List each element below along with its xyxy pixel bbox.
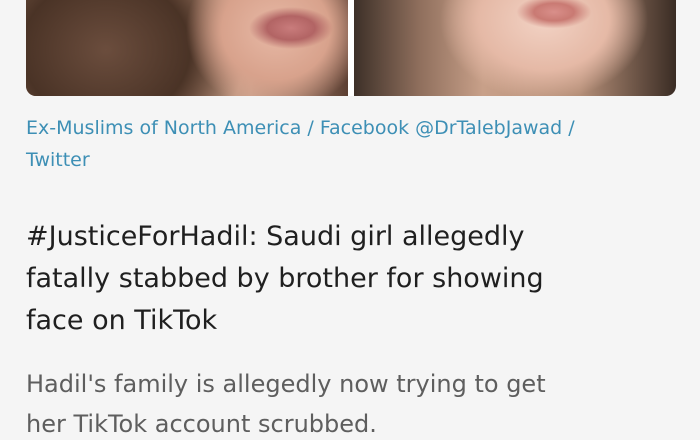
article-summary: Hadil's family is allegedly now trying t… <box>26 364 676 440</box>
headline-line: face on TikTok <box>26 305 218 336</box>
credit-link-twitter[interactable]: Twitter <box>26 149 90 171</box>
photo-left <box>26 0 348 96</box>
headline-line: fatally stabbed by brother for showing <box>26 263 544 294</box>
image-credit-caption: Ex-Muslims of North America / Facebook @… <box>26 112 666 176</box>
credit-link[interactable]: Ex-Muslims of North America / Facebook @… <box>26 117 575 139</box>
article-card[interactable]: Ex-Muslims of North America / Facebook @… <box>0 0 700 440</box>
article-headline[interactable]: #JusticeForHadil: Saudi girl allegedly f… <box>26 216 676 342</box>
headline-line: #JusticeForHadil: Saudi girl allegedly <box>26 221 525 252</box>
article-image[interactable] <box>26 0 676 96</box>
summary-line: Hadil's family is allegedly now trying t… <box>26 370 546 398</box>
photo-right <box>354 0 676 96</box>
summary-line: her TikTok account scrubbed. <box>26 410 377 438</box>
